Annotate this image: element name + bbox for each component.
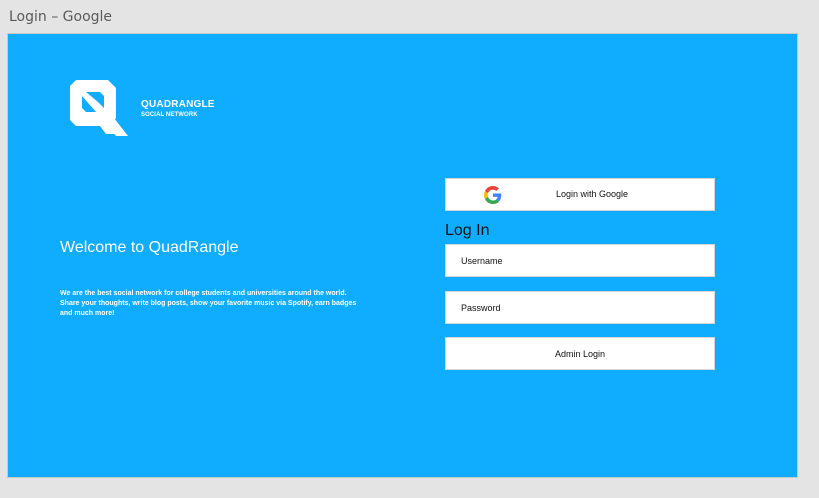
quadrangle-logo-icon [70, 80, 128, 136]
password-placeholder: Password [461, 303, 501, 313]
brand-tagline: SOCIAL NETWORK [141, 112, 198, 118]
username-placeholder: Username [461, 256, 503, 266]
google-button-label: Login with Google [555, 189, 629, 199]
password-field[interactable]: Password [445, 291, 715, 324]
welcome-description: We are the best social network for colle… [60, 290, 357, 317]
login-with-google-button[interactable]: Login with Google [445, 178, 715, 211]
window-title: Login – Google [9, 9, 113, 25]
admin-login-label: Admin Login [554, 349, 606, 359]
admin-login-button[interactable]: Admin Login [445, 337, 715, 370]
login-page: QUADRANGLE SOCIAL NETWORK Welcome to Qua… [7, 33, 798, 478]
brand-name: QUADRANGLE [141, 99, 215, 110]
login-heading: Log In [445, 222, 490, 239]
username-field[interactable]: Username [445, 244, 715, 277]
welcome-heading: Welcome to QuadRangle [60, 239, 239, 256]
